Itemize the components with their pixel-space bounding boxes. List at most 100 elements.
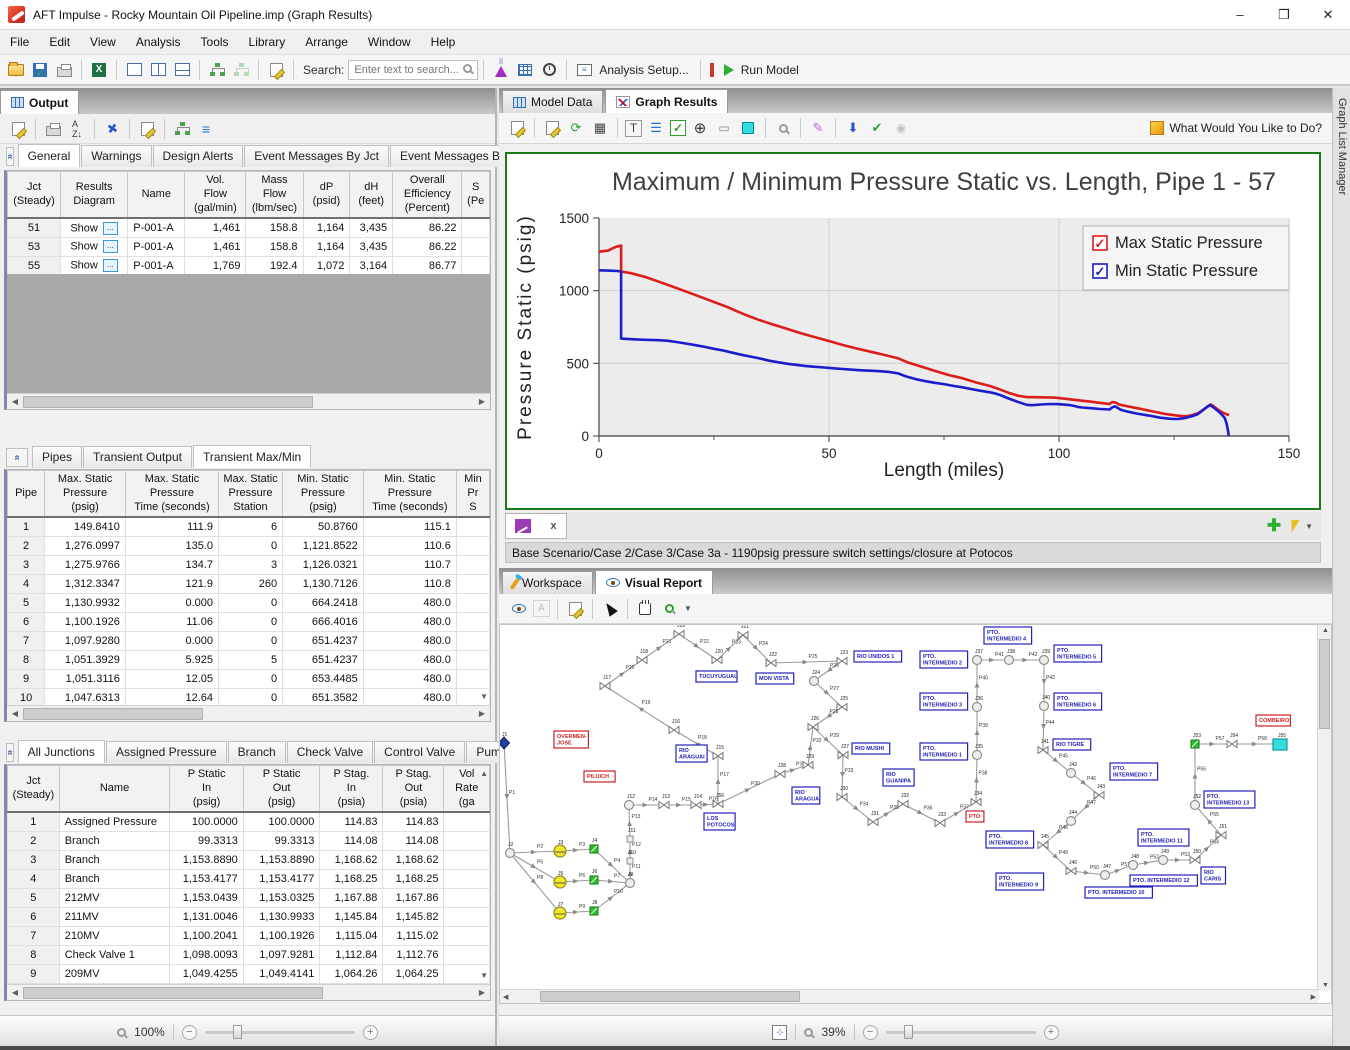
visual-report-settings-icon[interactable] [509,599,529,619]
quick-graph-icon[interactable] [1287,520,1300,533]
column-header[interactable]: Max. StaticPressureTime (seconds) [125,471,218,518]
column-header[interactable]: Min. StaticPressureTime (seconds) [363,471,456,518]
table-row[interactable]: 81,051.39295.9255651.4237480.0 [8,650,490,669]
collapse-output-icon[interactable]: « [6,147,14,166]
collapse-junctions-icon[interactable]: « [6,743,14,762]
column-header[interactable]: Jct(Steady) [8,766,60,813]
table-row[interactable]: 71,097.92800.0000651.4237480.0 [8,631,490,650]
junction-bow[interactable] [674,631,684,638]
junction-circ[interactable] [1005,656,1014,665]
junction-bow[interactable] [837,658,847,665]
junction-circ[interactable] [1067,769,1076,778]
column-header[interactable]: P Stag.Out(psia) [383,766,444,813]
fit-to-window-icon[interactable]: ⊹ [772,1025,787,1040]
junction-circ[interactable] [1159,856,1168,865]
junction-bow[interactable] [1190,857,1200,864]
pipe-grid-icon[interactable] [515,60,535,80]
tab-branch[interactable]: Branch [228,741,286,763]
add-graph-icon[interactable]: ⬇ [843,118,863,138]
junction-circ[interactable] [1067,817,1076,826]
junction-circ[interactable] [1040,702,1049,711]
junction-circ[interactable] [1101,871,1110,880]
results-diagram-button[interactable]: ... [103,222,118,235]
junction-bow[interactable] [600,683,610,690]
junction-bow[interactable] [691,802,701,809]
menu-analysis[interactable]: Analysis [126,30,191,54]
junction-sq[interactable] [627,836,633,842]
junction-bow[interactable] [669,727,679,734]
junction-bow[interactable] [1066,868,1076,875]
copy-visual-icon[interactable] [565,599,585,619]
show-data-icon[interactable]: ▦ [590,118,610,138]
zoom-slider[interactable] [886,1031,1036,1034]
legend-list-icon[interactable]: ☰ [646,118,666,138]
crosshair-icon[interactable]: ⊕ [690,118,710,138]
help-link[interactable]: What Would You Like to Do? [1169,121,1322,135]
junction-bow[interactable] [775,771,785,778]
format-icon[interactable]: ✎ [808,118,828,138]
graph-list-tab[interactable]: x [505,513,567,539]
column-header[interactable]: Name [59,766,170,813]
notes-icon[interactable] [266,60,286,80]
junction-circ[interactable] [625,801,634,810]
collapse-pipes-icon[interactable]: « [6,448,28,467]
column-header[interactable]: P Stag.In(psia) [320,766,383,813]
menu-view[interactable]: View [80,30,126,54]
junction-circ[interactable] [506,849,515,858]
add-text-icon[interactable]: T [625,120,642,137]
scroll-up-icon[interactable]: ▲ [480,769,488,778]
edit-table-icon[interactable] [8,119,28,139]
junction-bow[interactable] [1094,792,1104,799]
visual-report-hscrollbar[interactable]: ◀ ▶ [500,989,1319,1003]
search-input[interactable] [348,60,478,80]
graph-list-manager-strip[interactable]: Graph List Manager [1332,88,1350,1048]
tab-assigned-pressure[interactable]: Assigned Pressure [106,741,227,763]
run-model-icon[interactable] [724,64,734,76]
junction-pump[interactable] [554,876,566,888]
junction-bow[interactable] [659,802,669,809]
tab-visual-report[interactable]: Visual Report [595,570,713,594]
copy-icon[interactable] [137,119,157,139]
tab-warnings[interactable]: Warnings [81,145,151,167]
column-header[interactable]: Min. StaticPressure(psig) [283,471,364,518]
tab-control-valve[interactable]: Control Valve [374,741,465,763]
table-row[interactable]: 9209MV1,049.42551,049.41411,064.261,064.… [8,964,490,983]
junction-bow[interactable] [766,660,776,667]
junction-bow[interactable] [738,632,748,639]
visual-report-vscrollbar[interactable]: ▲ ▼ [1317,625,1331,991]
table-row[interactable]: 4Branch1,153.41771,153.41771,168.251,168… [8,869,490,888]
menu-edit[interactable]: Edit [39,30,80,54]
junction-sq[interactable] [627,858,633,864]
junction-bow[interactable] [1216,832,1226,839]
junction-circ[interactable] [1129,861,1138,870]
table-row[interactable]: 5212MV1,153.04391,153.03251,167.881,167.… [8,888,490,907]
list-view-icon[interactable]: ≡ [196,119,216,139]
edit-graph-icon[interactable] [507,118,527,138]
junction-circ[interactable] [1191,801,1200,810]
junction-bow[interactable] [1227,741,1237,748]
table-row[interactable]: 1Assigned Pressure100.0000100.0000114.83… [8,812,490,831]
dropdown-caret-icon[interactable]: ▼ [1305,522,1313,531]
sort-icon[interactable]: AZ↓ [67,119,87,139]
junction-bow[interactable] [935,820,945,827]
visual-report-canvas[interactable]: P1P2P3P4P5P6P7P8P9P10P11P12P13P14P15P16P… [499,624,1332,1004]
annotation-icon[interactable]: A [533,600,550,617]
table-row[interactable]: 91,051.311612.050653.4485480.0 [8,669,490,688]
junction-circ[interactable] [973,656,982,665]
column-header[interactable]: dP(psid) [303,172,350,219]
window-single-icon[interactable] [124,60,144,80]
column-header[interactable]: Name [128,172,185,219]
zoom-in-button[interactable]: + [1044,1025,1059,1040]
select-cursor-icon[interactable] [600,599,620,619]
table-row[interactable]: 51Show...P-001-A1,461158.81,1643,43586.2… [8,218,490,237]
output-hscrollbar[interactable]: ◀ ▶ [7,393,490,409]
junction-bow[interactable] [637,657,647,664]
column-header[interactable]: ResultsDiagram [60,172,127,219]
analysis-setup-icon[interactable]: ≡ [574,60,594,80]
table-row[interactable]: 21,276.0997135.001,121.8522110.6 [8,536,490,555]
tab-design-alerts[interactable]: Design Alerts [153,145,244,167]
maximize-button[interactable]: ❒ [1262,0,1306,29]
slider-icon[interactable]: ▭ [714,118,734,138]
table-row[interactable]: 41,312.3347121.92601,130.7126110.8 [8,574,490,593]
highlight-icon[interactable] [738,118,758,138]
